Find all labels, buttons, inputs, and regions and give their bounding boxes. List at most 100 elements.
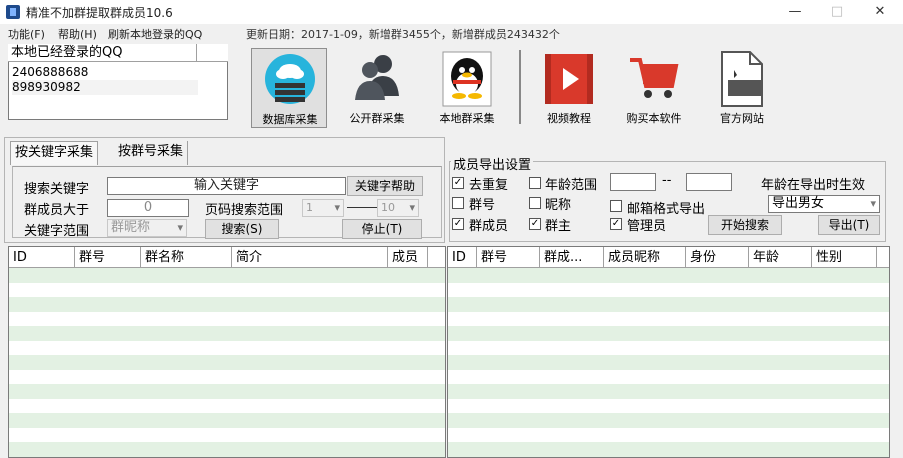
tool-label: 购买本软件 [626, 112, 682, 125]
column-header[interactable]: ID [9, 247, 75, 268]
table-row[interactable] [448, 369, 889, 384]
table-row[interactable] [9, 268, 445, 283]
column-header[interactable]: 成员昵称 [604, 247, 686, 268]
database-cloud-icon [265, 54, 315, 104]
menu-function[interactable]: 功能(F) [8, 26, 45, 42]
admin-checkbox[interactable]: ✓ [610, 218, 622, 230]
column-header[interactable]: 身份 [686, 247, 749, 268]
tab-groupno-collect[interactable]: 按群号采集 [114, 141, 189, 165]
logged-in-header-label: 本地已经登录的QQ [11, 45, 123, 60]
table-row[interactable] [9, 413, 445, 428]
age-to-input[interactable] [686, 173, 732, 191]
shopping-cart-icon [630, 58, 679, 98]
scope-select[interactable]: 群昵称 [107, 219, 187, 237]
page-from-select[interactable]: 1 [302, 199, 344, 217]
table-row[interactable] [448, 340, 889, 355]
range-separator [347, 207, 377, 208]
owner-label: 群主 [545, 219, 572, 234]
page-to-select[interactable]: 10 [377, 199, 419, 217]
table-row[interactable] [448, 311, 889, 326]
table-row[interactable] [448, 427, 889, 442]
start-search-button[interactable]: 开始搜索 [708, 215, 782, 235]
stop-button[interactable]: 停止(T) [342, 219, 422, 239]
age-range-label: 年龄范围 [545, 178, 598, 193]
minimize-button[interactable]: — [775, 0, 815, 24]
column-header[interactable]: 群号 [75, 247, 141, 268]
database-collect-button[interactable]: 数据库采集 [251, 48, 327, 128]
maximize-button[interactable]: □ [817, 0, 857, 24]
nickname-label: 昵称 [545, 198, 572, 213]
table-row[interactable] [9, 311, 445, 326]
export-settings-title: 成员导出设置 [451, 154, 534, 173]
table-row[interactable] [9, 427, 445, 442]
members-label: 群成员大于 [24, 203, 90, 218]
age-from-input[interactable] [610, 173, 656, 191]
table-row[interactable] [448, 282, 889, 297]
update-info: 更新日期：2017-1-09，新增群3455个，新增群成员243432个 [246, 28, 560, 41]
column-header[interactable]: 群成... [540, 247, 604, 268]
tool-label: 官方网站 [720, 112, 764, 125]
table-row[interactable] [448, 326, 889, 341]
members-export-label: 群成员 [469, 219, 509, 234]
owner-checkbox[interactable]: ✓ [529, 218, 541, 230]
nickname-checkbox[interactable] [529, 197, 541, 209]
table-row[interactable] [9, 340, 445, 355]
column-header[interactable]: 性别 [812, 247, 877, 268]
column-header[interactable]: 年龄 [749, 247, 812, 268]
close-button[interactable]: ✕ [860, 0, 900, 24]
qq-account-row[interactable]: 2406888688 [12, 65, 198, 80]
table-row[interactable] [9, 442, 445, 457]
table-row[interactable] [448, 398, 889, 413]
window-title: 精准不加群提取群成员10.6 [26, 6, 173, 20]
tool-label: 视频教程 [547, 112, 591, 125]
column-header[interactable]: 群名称 [141, 247, 232, 268]
local-group-collect-button[interactable]: 本地群采集 [429, 48, 505, 128]
age-note: 年龄在导出时生效 [761, 178, 866, 193]
export-button[interactable]: 导出(T) [818, 215, 880, 235]
table-row[interactable] [448, 297, 889, 312]
page-range-label: 页码搜索范围 [205, 203, 284, 218]
table-row[interactable] [448, 442, 889, 457]
table-row[interactable] [448, 355, 889, 370]
menu-help[interactable]: 帮助(H) [58, 26, 97, 42]
keyword-input[interactable]: 输入关键字 [107, 177, 346, 195]
table-row[interactable] [448, 413, 889, 428]
video-tutorial-button[interactable]: 视频教程 [531, 48, 607, 128]
dedupe-label: 去重复 [469, 178, 509, 193]
group-table-body[interactable] [9, 268, 445, 457]
column-header[interactable]: 成员 [388, 247, 428, 268]
official-website-button[interactable]: 官方网站 [704, 48, 780, 128]
age-separator: -- [662, 173, 672, 188]
search-button[interactable]: 搜索(S) [205, 219, 279, 239]
table-row[interactable] [448, 384, 889, 399]
members-checkbox[interactable]: ✓ [452, 218, 464, 230]
app-icon [6, 5, 20, 19]
gender-select[interactable]: 导出男女 [768, 195, 880, 213]
table-row[interactable] [9, 282, 445, 297]
keyword-label: 搜索关键字 [24, 182, 90, 197]
email-format-checkbox[interactable] [610, 200, 622, 212]
menu-refresh-qq[interactable]: 刷新本地登录的QQ [108, 26, 202, 42]
column-header[interactable]: 简介 [232, 247, 388, 268]
group-no-checkbox[interactable] [452, 197, 464, 209]
table-row[interactable] [9, 398, 445, 413]
table-row[interactable] [9, 326, 445, 341]
table-row[interactable] [9, 355, 445, 370]
age-range-checkbox[interactable] [529, 177, 541, 189]
keyword-help-button[interactable]: 关键字帮助 [347, 176, 423, 196]
logged-in-header: 本地已经登录的QQ [8, 44, 228, 62]
tab-keyword-collect[interactable]: 按关键字采集 [10, 141, 99, 165]
column-header[interactable]: ID [448, 247, 477, 268]
admin-label: 管理员 [627, 219, 667, 234]
column-header[interactable]: 群号 [477, 247, 540, 268]
buy-software-button[interactable]: 购买本软件 [616, 48, 692, 128]
public-group-collect-button[interactable]: 公开群采集 [339, 48, 415, 128]
member-table-body[interactable] [448, 268, 889, 457]
dedupe-checkbox[interactable]: ✓ [452, 177, 464, 189]
table-row[interactable] [9, 297, 445, 312]
qq-account-row[interactable]: 898930982 [12, 80, 198, 95]
members-min-input[interactable]: 0 [107, 199, 189, 217]
table-row[interactable] [448, 268, 889, 283]
table-row[interactable] [9, 384, 445, 399]
table-row[interactable] [9, 369, 445, 384]
